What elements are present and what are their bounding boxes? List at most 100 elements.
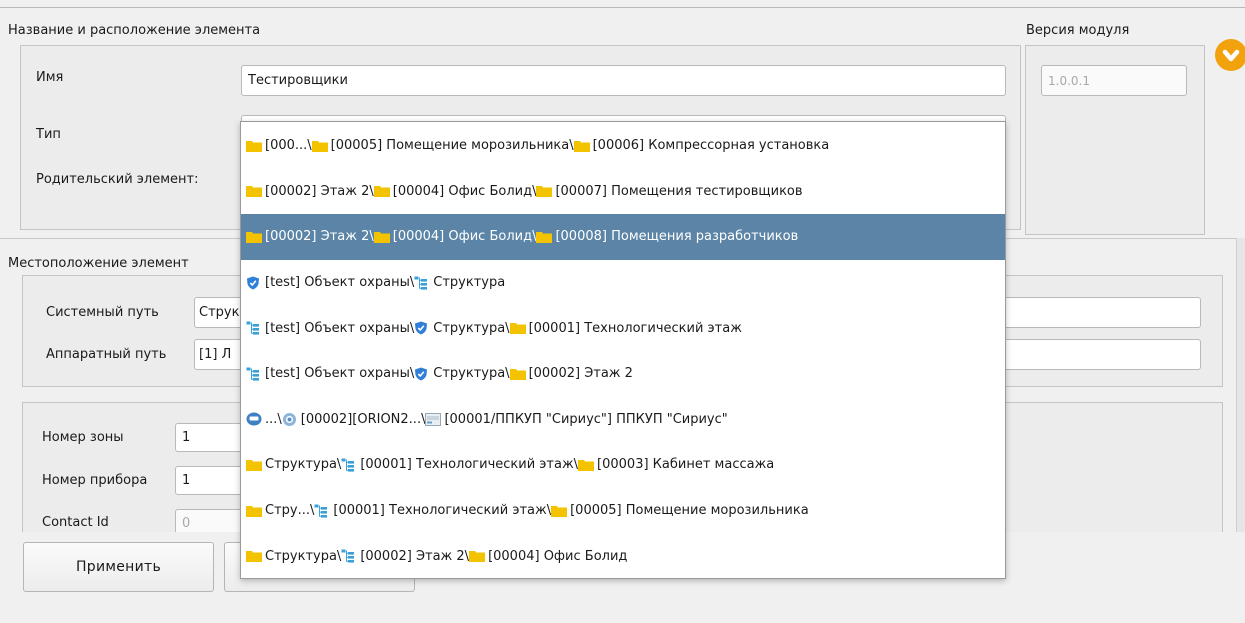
dropdown-item-text: Структура\	[433, 320, 510, 336]
dropdown-item-text: [00008] Помещения разработчиков	[555, 229, 799, 245]
location-title: Местоположение элемент	[8, 256, 189, 271]
dropdown-item[interactable]: [000...\ [00005] Помещение морозильника\ […	[241, 123, 1005, 169]
folder-icon	[509, 368, 526, 380]
folder-icon	[573, 140, 590, 152]
dropdown-item[interactable]: ...\ [00002][ORION2...\ [00001/ППКУП "Сири…	[241, 397, 1005, 443]
dropdown-item-segment: Структура\	[414, 366, 510, 382]
tree-icon	[341, 549, 357, 563]
dropdown-item-segment: [test] Объект охраны\	[246, 366, 414, 381]
hardware-path-label: Аппаратный путь	[46, 347, 167, 362]
dropdown-item-text: [00002][ORION2...\	[300, 411, 426, 427]
dropdown-item-segment: [00001] Технологический этаж\	[314, 503, 551, 518]
dropdown-item[interactable]: Структура\ [00001] Технологический этаж\ […	[241, 442, 1005, 488]
type-label: Тип	[36, 127, 61, 142]
folder-icon	[509, 322, 526, 335]
dropdown-item[interactable]: [test] Объект охраны\ Структура\ [00002] Э…	[241, 351, 1005, 397]
apply-button[interactable]: Применить	[23, 542, 214, 592]
dropdown-item-segment: [test] Объект охраны\	[246, 321, 414, 336]
contact-id-label: Contact Id	[42, 515, 109, 530]
folder-icon	[536, 185, 553, 198]
scrollbar[interactable]	[1236, 238, 1245, 533]
device-icon	[246, 412, 262, 426]
shield-icon	[414, 367, 430, 381]
tree-icon	[314, 504, 330, 518]
tree-icon	[246, 367, 262, 381]
dropdown-item-text: [00005] Помещение морозильника\	[330, 138, 574, 154]
folder-icon	[246, 505, 262, 517]
folder-icon	[551, 505, 568, 517]
download-icon[interactable]	[1214, 38, 1245, 72]
module-version-label: Версия модуля	[1026, 23, 1130, 38]
dropdown-item-segment: [00002] Этаж 2\	[341, 549, 469, 564]
dropdown-item-text: [00001] Технологический этаж\	[360, 457, 579, 473]
dropdown-item-text: [test] Объект охраны\	[265, 320, 415, 336]
dropdown-item-segment: [00004] Офис Болид\	[373, 229, 537, 245]
dropdown-item-segment: [00003] Кабинет массажа	[578, 457, 774, 472]
dropdown-item[interactable]: Стру...\ [00001] Технологический этаж\ [00…	[241, 488, 1005, 534]
name-label: Имя	[36, 70, 64, 85]
dropdown-item-segment: [00005] Помещение морозильника	[551, 503, 809, 518]
dropdown-item-text: [00002] Этаж 2\	[265, 229, 374, 245]
tree-icon	[341, 458, 357, 472]
dropdown-item-text: Структура	[433, 275, 506, 291]
shield-icon	[414, 321, 430, 335]
dropdown-item[interactable]: [test] Объект охраны\ Структура\ [00001] Т…	[241, 305, 1005, 351]
dropdown-item-segment: Структура	[414, 275, 505, 290]
section-title: Название и расположение элемента	[8, 23, 261, 38]
dropdown-item[interactable]: Структура\ [00002] Этаж 2\ [00004] Офис Бо…	[241, 533, 1005, 579]
dropdown-item-segment: [00005] Помещение морозильника\	[311, 138, 574, 154]
dropdown-item-segment: Структура\	[246, 457, 341, 472]
folder-icon	[311, 140, 328, 152]
dropdown-item[interactable]: [00002] Этаж 2\ [00004] Офис Болид\ [00008…	[241, 214, 1005, 260]
parent-label: Родительский элемент:	[36, 172, 199, 187]
dropdown-item-text: [test] Объект охраны\	[265, 275, 415, 291]
dropdown-item-text: [00002] Этаж 2\	[360, 548, 470, 564]
dropdown-item-text: [00005] Помещение морозильника	[570, 503, 809, 519]
dropdown-item-text: Структура\	[433, 366, 510, 382]
dropdown-item-segment: [00004] Офис Болид\	[373, 184, 536, 199]
system-path-label: Системный путь	[46, 305, 159, 320]
parent-dropdown-list[interactable]: [000...\ [00005] Помещение морозильника\ […	[240, 121, 1006, 579]
dropdown-item-segment: Стру...\	[246, 503, 314, 518]
dropdown-item[interactable]: [00002] Этаж 2\ [00004] Офис Болид\ [00007…	[241, 169, 1005, 215]
folder-icon	[246, 459, 262, 471]
dropdown-item-segment: ...\	[246, 412, 282, 427]
dropdown-item-text: [00006] Компрессорная установка	[592, 138, 830, 154]
dropdown-item[interactable]: [test] Объект охраны\ Структура	[241, 260, 1005, 306]
dropdown-item-text: [00001] Технологический этаж\	[333, 503, 552, 519]
dropdown-item-text: [00001/ППКУП "Сириус"] ППКУП "Сириус"	[444, 411, 728, 427]
module-version-field: 1.0.0.1	[1041, 65, 1187, 96]
dropdown-item-segment: [00002] Этаж 2	[509, 366, 633, 382]
dropdown-item-text: [00007] Помещения тестировщиков	[555, 183, 803, 199]
dropdown-item-segment: [00001] Технологический этаж\	[341, 457, 578, 472]
dropdown-item-text: [00004] Офис Болид\	[392, 229, 537, 245]
dropdown-item-text: [00003] Кабинет массажа	[597, 457, 775, 473]
gear-icon	[282, 412, 298, 426]
folder-icon	[536, 231, 553, 243]
folder-icon	[246, 185, 262, 198]
dropdown-item-segment: [00002] Этаж 2\	[246, 229, 374, 244]
dropdown-item-text: [000...\	[265, 138, 312, 154]
dropdown-item-text: [00002] Этаж 2	[528, 366, 633, 382]
dropdown-item-segment: Структура\	[414, 320, 510, 336]
name-input[interactable]: Тестировщики	[241, 65, 1006, 96]
zone-label: Номер зоны	[42, 430, 124, 445]
folder-icon	[246, 231, 262, 243]
dropdown-item-text: Структура\	[265, 548, 342, 564]
dropdown-item-segment: [00008] Помещения разработчиков	[536, 229, 798, 244]
dropdown-item-text: Стру...\	[265, 503, 315, 519]
dropdown-item-segment: [00004] Офис Болид	[469, 549, 627, 564]
folder-icon	[246, 140, 262, 152]
device-label: Номер прибора	[42, 473, 148, 488]
tree-icon	[414, 276, 430, 290]
dropdown-item-segment: Структура\	[246, 549, 341, 564]
tree-icon	[246, 321, 262, 335]
top-divider	[0, 7, 1245, 8]
dropdown-item-segment: [00002][ORION2...\	[282, 411, 426, 427]
dropdown-item-segment: [00001/ППКУП "Сириус"] ППКУП "Сириус"	[425, 411, 728, 427]
panel-icon	[425, 412, 442, 426]
dropdown-item-segment: [test] Объект охраны\	[246, 275, 414, 290]
shield-icon	[246, 276, 262, 290]
folder-icon	[578, 459, 595, 471]
dropdown-item-segment: [00006] Компрессорная установка	[573, 138, 830, 154]
